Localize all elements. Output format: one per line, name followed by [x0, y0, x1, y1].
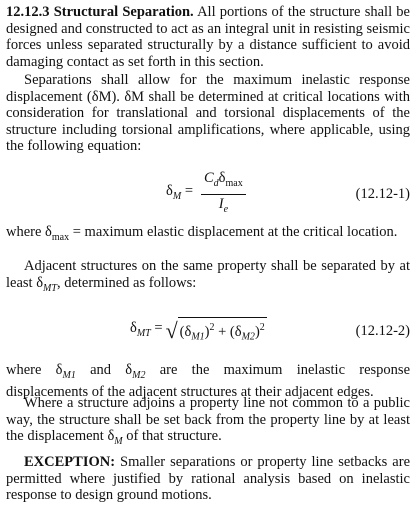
equation-12-12-2: δMT = √ (δM1)2 + (δM2)2 (12.12-2) — [6, 316, 410, 346]
equation-2-number: (12.12-2) — [355, 322, 410, 339]
equation-12-12-1: δM = Cdδmax Ie (12.12-1) — [6, 170, 410, 218]
paragraph-adjacent: Adjacent structures on the same property… — [6, 258, 410, 297]
paragraph-where-max: where δmax = maximum elastic displacemen… — [6, 224, 410, 246]
square-root-icon: √ — [165, 318, 178, 343]
paragraph-exception: EXCEPTION: Smaller separations or proper… — [6, 454, 410, 504]
equation-1-number: (12.12-1) — [355, 185, 410, 202]
equation-1-numerator: Cdδmax — [201, 170, 246, 195]
exception-label: EXCEPTION: — [24, 454, 116, 470]
equation-1-body: δM = Cdδmax Ie — [166, 170, 246, 218]
section-heading: 12.12.3 Structural Separation. — [6, 4, 194, 20]
separations-text: Separations shall allow for the maximum … — [6, 72, 410, 154]
paragraph-property-line: Where a structure adjoins a property lin… — [6, 395, 410, 450]
document-page: 12.12.3 Structural Separation. All porti… — [0, 0, 416, 512]
adjacent-text: Adjacent structures on the same property… — [6, 258, 410, 294]
equation-2-body: δMT = √ (δM1)2 + (δM2)2 — [130, 316, 267, 346]
paragraph-separations: Separations shall allow for the maximum … — [6, 72, 410, 155]
where-max-text: where δmax = maximum elastic displacemen… — [6, 224, 398, 243]
paragraph-intro: 12.12.3 Structural Separation. All porti… — [6, 4, 410, 70]
equation-2-lhs: δMT = — [130, 319, 163, 339]
property-line-text: Where a structure adjoins a property lin… — [6, 395, 410, 447]
equation-1-denominator: Ie — [218, 195, 229, 215]
equation-1-fraction: Cdδmax Ie — [201, 170, 246, 218]
equation-1-lhs: δM = — [166, 182, 193, 202]
equation-2-radicand: (δM1)2 + (δM2)2 — [177, 316, 267, 346]
